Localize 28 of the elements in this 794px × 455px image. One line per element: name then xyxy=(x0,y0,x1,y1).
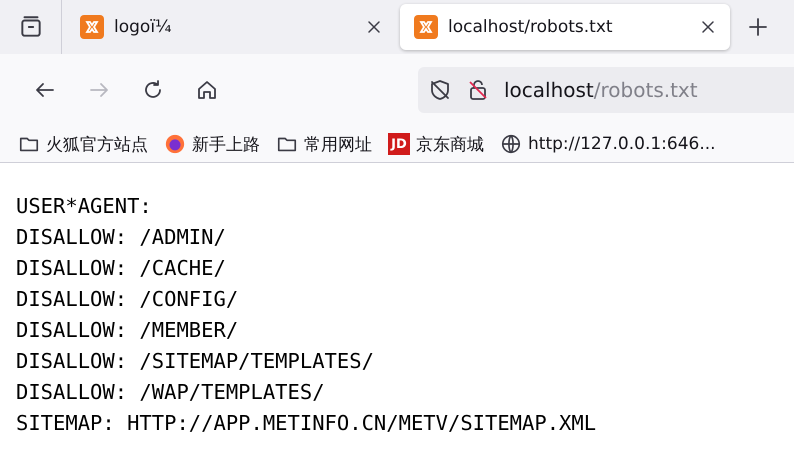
jd-logo: JD xyxy=(388,133,410,155)
bookmark-item[interactable]: JD 京东商城 xyxy=(388,132,484,156)
plus-icon xyxy=(746,15,770,39)
text-line: DISALLOW: /CONFIG/ xyxy=(16,286,240,313)
url-path: /robots.txt xyxy=(594,78,698,102)
address-bar[interactable]: localhost/robots.txt xyxy=(418,67,794,113)
tab-title: logoï¼ xyxy=(114,17,173,37)
browser-tab[interactable]: localhost/robots.txt xyxy=(400,4,730,50)
globe-icon xyxy=(500,133,522,155)
bookmark-item[interactable]: 火狐官方站点 xyxy=(18,132,148,156)
bookmark-item[interactable]: 新手上路 xyxy=(164,132,260,156)
text-line: SITEMAP: HTTP://APP.METINFO.CN/METV/SITEMAP.XML xyxy=(16,410,598,437)
browser-logo-icon xyxy=(164,133,186,155)
home-icon xyxy=(195,78,219,102)
text-line: DISALLOW: /SITEMAP/TEMPLATES/ xyxy=(16,348,375,375)
bookmark-item[interactable]: 常用网址 xyxy=(276,132,372,156)
bookmark-item[interactable]: http://127.0.0.1:646... xyxy=(500,133,716,155)
text-line: USER*AGENT: xyxy=(16,193,153,220)
shield-icon xyxy=(428,78,452,102)
tab-title: localhost/robots.txt xyxy=(448,17,614,37)
site-logo-icon xyxy=(80,15,104,39)
text-line: DISALLOW: /CACHE/ xyxy=(16,255,227,282)
text-line: DISALLOW: /ADMIN/ xyxy=(16,224,227,251)
site-logo-icon xyxy=(414,15,438,39)
text-line: DISALLOW: /MEMBER/ xyxy=(16,317,240,344)
url-host: localhost xyxy=(504,78,594,102)
browser-tab[interactable]: logoï¼ xyxy=(66,4,396,50)
text-line: DISALLOW: /WAP/TEMPLATES/ xyxy=(16,379,326,406)
